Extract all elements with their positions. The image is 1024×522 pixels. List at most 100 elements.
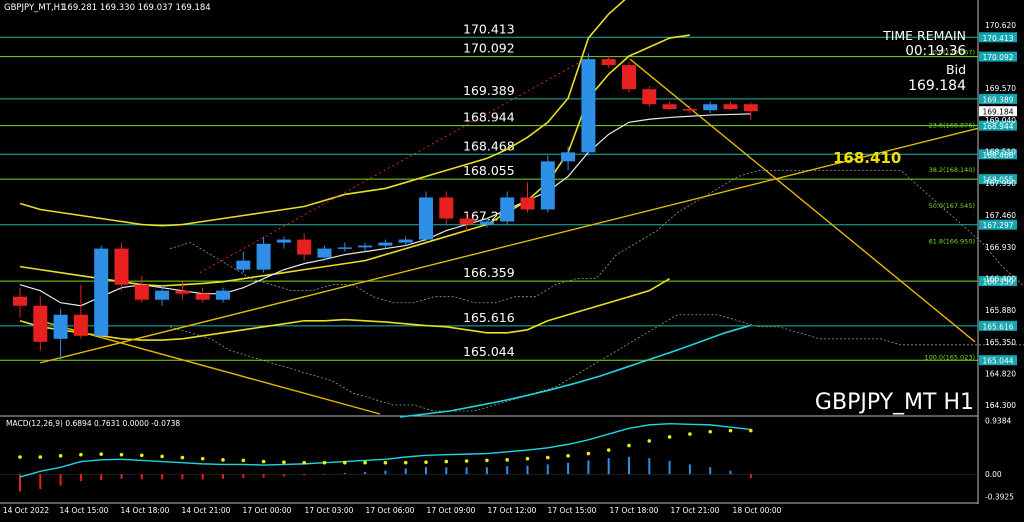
candle-body	[662, 104, 677, 110]
level-label: 166.359	[463, 265, 515, 280]
time-tick-label: 18 Oct 00:00	[733, 506, 782, 515]
macd-histogram-bar	[485, 467, 488, 475]
candle-body	[642, 89, 657, 105]
time-remain-label: TIME REMAIN	[882, 28, 966, 43]
price-chart[interactable]: 170.413 170.092 169.389 168.944 168.468 168.0…	[0, 0, 1024, 518]
macd-histogram-bar	[648, 458, 651, 475]
macd-signal-dot	[627, 443, 631, 448]
macd-signal-dot	[79, 452, 83, 457]
macd-signal-dot	[424, 460, 428, 464]
level-axis-label: 170.413	[982, 34, 1013, 43]
chart-ohlc-label: 169.281 169.330 169.037 169.184	[62, 3, 211, 13]
macd-signal-dot	[282, 460, 286, 464]
candle-body	[256, 243, 271, 270]
macd-signal-dot	[302, 460, 307, 465]
macd-histogram-bar	[384, 470, 387, 475]
macd-histogram-bar	[404, 468, 407, 475]
macd-signal-dot	[241, 458, 246, 463]
macd-signal-dot	[728, 428, 733, 433]
level-label: 169.389	[463, 83, 515, 98]
price-tick-label: 166.930	[985, 243, 1016, 252]
macd-tick-label: 0.00	[985, 470, 1002, 479]
level-label: 165.616	[463, 310, 515, 325]
macd-signal-dot	[99, 452, 103, 456]
macd-signal-dot	[200, 456, 205, 461]
time-tick-label: 17 Oct 18:00	[610, 506, 659, 515]
time-tick-label: 17 Oct 00:00	[243, 506, 292, 515]
time-tick-label: 17 Oct 03:00	[305, 506, 354, 515]
macd-histogram-bar	[262, 474, 265, 478]
candle-body	[73, 314, 88, 336]
time-tick-label: 17 Oct 06:00	[366, 506, 415, 515]
time-tick-label: 14 Oct 15:00	[60, 506, 109, 515]
candle-body	[682, 109, 697, 111]
macd-histogram-bar	[282, 474, 285, 477]
macd-histogram-bar	[688, 464, 691, 475]
macd-histogram-bar	[425, 467, 427, 475]
time-tick-label: 14 Oct 18:00	[121, 506, 170, 515]
candle-body	[439, 197, 454, 219]
macd-signal-dot	[546, 455, 550, 460]
macd-tick-label: 0.9384	[985, 416, 1011, 425]
macd-histogram-bar	[546, 464, 549, 475]
bid-value: 169.184	[908, 78, 966, 94]
macd-signal-dot	[749, 428, 753, 433]
macd-histogram-bar	[100, 474, 103, 480]
candle-body	[378, 242, 393, 246]
fib-label: 38.2(168.140)	[929, 166, 975, 174]
macd-signal-dot	[322, 460, 327, 465]
price-tick-label: 167.990	[985, 179, 1016, 188]
macd-signal-dot	[688, 432, 692, 436]
macd-signal-dot	[505, 458, 510, 462]
level-axis-label: 165.044	[982, 357, 1013, 366]
price-tick-label: 169.570	[985, 84, 1016, 93]
candle-body	[358, 245, 373, 248]
macd-signal-dot	[403, 460, 408, 465]
macd-signal-dot	[363, 460, 367, 465]
price-tick-label: 170.620	[985, 21, 1016, 30]
macd-histogram-bar	[749, 474, 752, 479]
candle-body	[459, 218, 474, 225]
candle-body	[297, 239, 312, 255]
candle-body	[703, 104, 718, 111]
macd-histogram-bar	[729, 470, 732, 475]
candle-body	[134, 284, 149, 300]
chart-background	[0, 0, 1024, 518]
macd-histogram-bar	[364, 471, 367, 475]
macd-signal-dot	[444, 459, 449, 464]
macd-signal-dot	[525, 456, 530, 461]
candle-body	[175, 290, 190, 294]
candle-body	[236, 260, 251, 270]
chart-symbol-label: GBPJPY_MT,H1	[4, 3, 65, 13]
price-tick-label: 164.820	[985, 370, 1016, 379]
bid-label: Bid	[946, 62, 966, 77]
candle-body	[276, 239, 291, 243]
macd-histogram-bar	[181, 474, 184, 480]
candle-body	[622, 65, 636, 90]
candle-body	[419, 197, 433, 240]
candle-body	[743, 104, 758, 112]
macd-signal-dot	[18, 455, 22, 459]
macd-histogram-bar	[709, 467, 712, 475]
macd-histogram-bar	[668, 461, 671, 475]
macd-histogram-bar	[628, 456, 630, 475]
time-tick-label: 17 Oct 15:00	[548, 506, 597, 515]
candle-body	[13, 296, 27, 306]
candle-body	[114, 248, 129, 285]
time-tick-label: 17 Oct 21:00	[671, 506, 720, 515]
candle-body	[520, 197, 535, 210]
candle-body	[500, 197, 515, 222]
candle-body	[723, 104, 738, 110]
price-tick-label: 166.400	[985, 275, 1016, 284]
highlight-level-label: 168.410	[833, 149, 901, 167]
macd-signal-dot	[586, 451, 591, 456]
current-price-label: 169.184	[982, 108, 1013, 117]
symbol-watermark: GBPJPY_MT H1	[815, 390, 974, 415]
level-axis-label: 169.389	[982, 95, 1013, 104]
macd-signal-dot	[647, 439, 652, 443]
macd-histogram-bar	[445, 467, 448, 475]
macd-signal-dot	[160, 454, 164, 459]
macd-histogram-bar	[567, 462, 570, 475]
macd-title: MACD(12,26,9) 0.6894 0.7631 0.0000 -0.07…	[6, 419, 180, 428]
macd-signal-dot	[383, 460, 388, 465]
